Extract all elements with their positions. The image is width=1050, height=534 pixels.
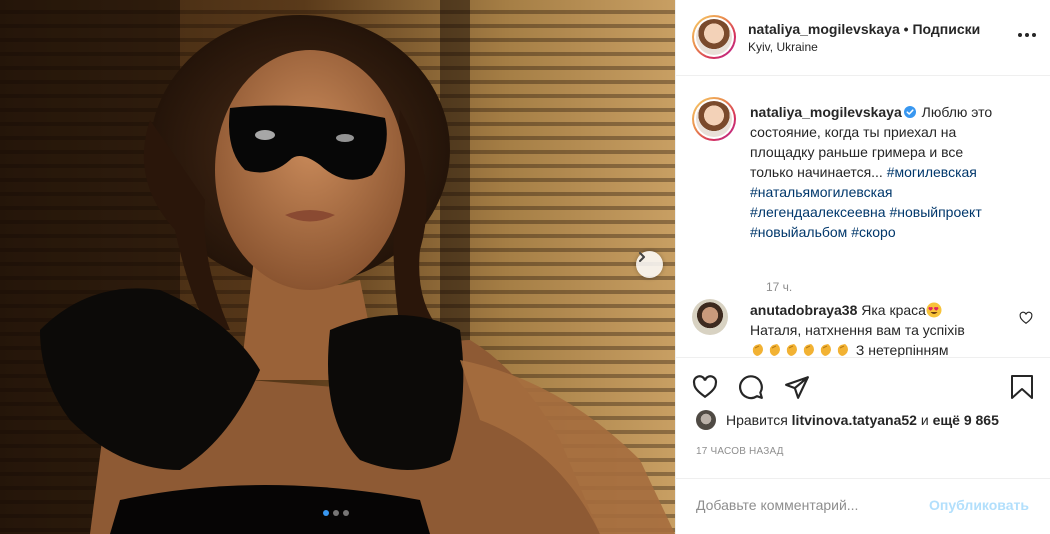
post-photo[interactable] <box>0 0 675 534</box>
commenter-avatar[interactable] <box>692 299 728 335</box>
next-photo-button[interactable] <box>636 251 663 278</box>
clapping-hands-emoji-icon <box>786 344 797 356</box>
comment-text: anutadobraya38 Яка краса Наталя, натхнен… <box>750 300 995 357</box>
likes-summary: Нравится litvinova.tatyana52 и ещё 9 865 <box>696 410 999 430</box>
clapping-hands-emoji-icon <box>769 344 780 356</box>
commenter-username-link[interactable]: anutadobraya38 <box>750 302 857 318</box>
photo-illustration <box>0 0 675 534</box>
add-comment-form: Опубликовать <box>676 478 1050 534</box>
author-avatar[interactable] <box>692 15 736 59</box>
caption-line: площадку раньше гримера и все <box>750 144 964 160</box>
comment-text-line: Наталя, натхнення вам та успіхів <box>750 322 965 338</box>
carousel-dot <box>343 510 349 516</box>
verified-badge-icon <box>903 106 916 118</box>
caption-line: состояние, когда ты приехал на <box>750 124 957 140</box>
post-timestamp[interactable]: 17 ЧАСОВ НАЗАД <box>696 446 784 457</box>
clapping-hands-emoji-icon <box>820 344 831 356</box>
hashtag-link[interactable]: #новыйальбом <box>750 224 847 240</box>
carousel-dot <box>333 510 339 516</box>
comment-icon[interactable] <box>738 374 764 400</box>
hashtag-link[interactable]: #натальямогилевская <box>750 184 892 200</box>
more-options-icon[interactable] <box>1018 33 1036 37</box>
hashtag-link[interactable]: #скоро <box>851 224 895 240</box>
likes-conjunction: и <box>920 412 929 428</box>
comment-like-heart-icon[interactable] <box>1019 311 1033 325</box>
caption-username-link[interactable]: nataliya_mogilevskaya <box>750 104 902 120</box>
header-separator: • <box>903 21 909 37</box>
comment-input[interactable] <box>696 497 916 513</box>
clap-emoji-group <box>750 342 856 357</box>
clapping-hands-emoji-icon <box>803 344 814 356</box>
liker-avatar[interactable] <box>696 410 716 430</box>
publish-button[interactable]: Опубликовать <box>929 497 1029 513</box>
carousel-dot <box>323 510 329 516</box>
heart-eyes-emoji-icon <box>926 302 942 318</box>
caption-line: Люблю это <box>921 104 993 120</box>
likes-prefix: Нравится <box>726 412 788 428</box>
post-actions-bar <box>676 357 1050 415</box>
post-side-panel: nataliya_mogilevskaya • Подписки Kyiv, U… <box>675 0 1050 534</box>
post-header: nataliya_mogilevskaya • Подписки Kyiv, U… <box>676 0 1050 76</box>
bookmark-icon[interactable] <box>1010 374 1034 400</box>
hashtag-link[interactable]: #могилевская <box>887 164 977 180</box>
clapping-hands-emoji-icon <box>837 344 848 356</box>
comments-scroll-area[interactable]: nataliya_mogilevskaya Люблю это состояни… <box>676 77 1050 357</box>
header-user-line: nataliya_mogilevskaya • Подписки <box>748 21 980 37</box>
chevron-right-icon <box>639 252 645 262</box>
location-link[interactable]: Kyiv, Ukraine <box>748 40 818 54</box>
comment-text-tail: З нетерпінням <box>855 342 949 357</box>
follow-status-button[interactable]: Подписки <box>912 21 980 37</box>
caption-line: только начинается... <box>750 164 883 180</box>
liker-username-link[interactable]: litvinova.tatyana52 <box>792 412 917 428</box>
carousel-indicator <box>323 510 349 516</box>
clapping-hands-emoji-icon <box>752 344 763 356</box>
likes-count-link[interactable]: ещё 9 865 <box>933 412 999 428</box>
caption-timestamp[interactable]: 17 ч. <box>766 280 792 294</box>
author-username-link[interactable]: nataliya_mogilevskaya <box>748 21 900 37</box>
hashtag-link[interactable]: #легендаалексеевна <box>750 204 886 220</box>
comment-text-start: Яка краса <box>861 302 926 318</box>
caption-text: nataliya_mogilevskaya Люблю это состояни… <box>750 102 1033 242</box>
send-icon[interactable] <box>784 374 810 400</box>
heart-icon[interactable] <box>692 374 718 400</box>
hashtag-link[interactable]: #новыйпроект <box>889 204 981 220</box>
caption-author-avatar[interactable] <box>692 97 736 141</box>
